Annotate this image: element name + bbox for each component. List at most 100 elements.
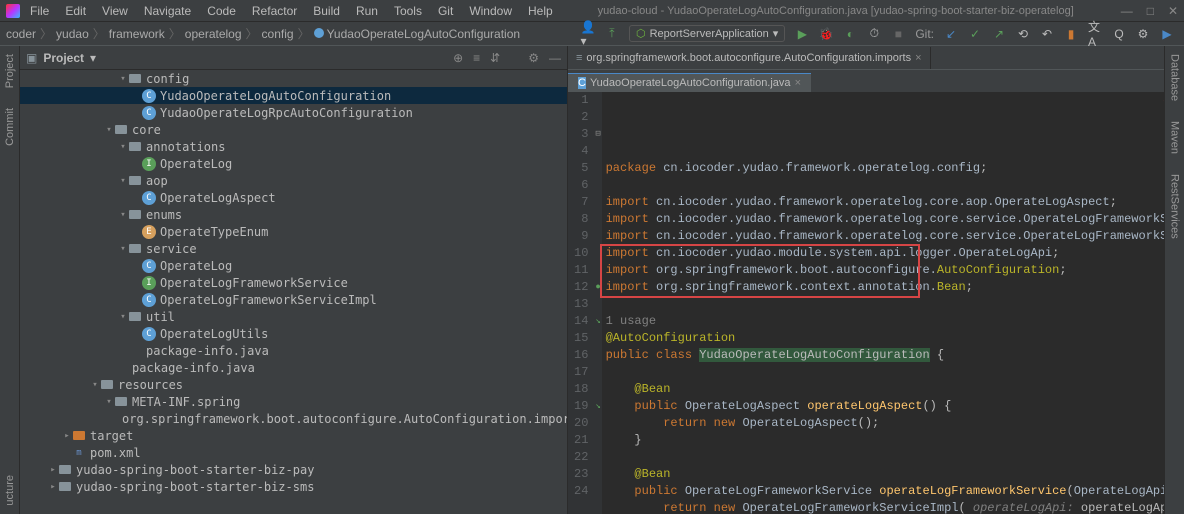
close-tab-icon[interactable]: × [795, 77, 801, 89]
tree-row[interactable]: ▾config [20, 70, 567, 87]
tree-row[interactable]: CYudaoOperateLogRpcAutoConfiguration [20, 104, 567, 121]
close-tab-icon[interactable]: × [915, 52, 921, 64]
search-icon[interactable]: Q [1112, 27, 1126, 41]
gutter-icon[interactable]: ↘ [595, 398, 600, 415]
translate-icon[interactable]: 文A [1088, 27, 1102, 41]
gear-icon[interactable]: ⚙ [528, 51, 539, 65]
editor-tab-imports[interactable]: ≡ org.springframework.boot.autoconfigure… [568, 47, 931, 69]
menu-refactor[interactable]: Refactor [246, 2, 303, 20]
breadcrumb-item[interactable]: coder [4, 27, 38, 41]
code-line[interactable]: } [606, 432, 1164, 449]
expand-arrow-icon[interactable]: ▾ [118, 176, 128, 186]
tree-row[interactable]: org.springframework.boot.autoconfigure.A… [20, 410, 567, 427]
menu-run[interactable]: Run [350, 2, 384, 20]
code-line[interactable]: @Bean [606, 381, 1164, 398]
code-line[interactable] [606, 296, 1164, 313]
menu-window[interactable]: Window [463, 2, 518, 20]
fold-icon[interactable]: ⊟ [595, 126, 600, 143]
expand-arrow-icon[interactable]: ▾ [118, 74, 128, 84]
code-line[interactable]: public class YudaoOperateLogAutoConfigur… [606, 347, 1164, 364]
expand-arrow-icon[interactable]: ▾ [118, 312, 128, 322]
menu-git[interactable]: Git [432, 2, 459, 20]
code-line[interactable]: 1 usage [606, 313, 1164, 330]
git-push-icon[interactable]: ↗ [992, 27, 1006, 41]
toolwindow-database[interactable]: Database [1169, 54, 1181, 101]
expand-arrow-icon[interactable]: ▸ [62, 431, 72, 441]
code-line[interactable]: import cn.iocoder.yudao.framework.operat… [606, 211, 1164, 228]
code-line[interactable]: @Bean [606, 466, 1164, 483]
maximize-icon[interactable]: □ [1147, 4, 1154, 18]
tree-row[interactable]: EOperateTypeEnum [20, 223, 567, 240]
gutter-icon[interactable]: ↘ [595, 313, 600, 330]
menu-code[interactable]: Code [201, 2, 242, 20]
code-line[interactable]: import org.springframework.context.annot… [606, 279, 1164, 296]
git-pull-icon[interactable]: ↙ [944, 27, 958, 41]
code-line[interactable]: public OperateLogFrameworkService operat… [606, 483, 1164, 500]
code-line[interactable]: import org.springframework.boot.autoconf… [606, 262, 1164, 279]
project-label[interactable]: Project [43, 51, 84, 65]
toolwindow-restservices[interactable]: RestServices [1169, 174, 1181, 239]
profile-icon[interactable]: ⏱ [867, 27, 881, 41]
profiler-icon[interactable]: ▮ [1064, 27, 1078, 41]
tree-row[interactable]: CYudaoOperateLogAutoConfiguration [20, 87, 567, 104]
code-line[interactable] [606, 449, 1164, 466]
code-line[interactable] [606, 364, 1164, 381]
hide-icon[interactable]: — [549, 51, 561, 65]
locate-icon[interactable]: ⊕ [453, 51, 463, 65]
code-body[interactable]: ⊘1 ▲1 ✔1 ˇ package cn.iocoder.yudao.fram… [602, 92, 1164, 514]
menu-build[interactable]: Build [307, 2, 346, 20]
code-line[interactable]: import cn.iocoder.yudao.framework.operat… [606, 194, 1164, 211]
run-config-select[interactable]: ⬡ ReportServerApplication ▾ [629, 25, 785, 42]
expand-icon[interactable]: ≡ [473, 51, 480, 65]
tree-row[interactable]: ▾annotations [20, 138, 567, 155]
tree-row[interactable]: ▾META-INF.spring [20, 393, 567, 410]
coverage-icon[interactable]: ◐ [843, 27, 857, 41]
breadcrumb-item[interactable]: framework [107, 27, 167, 41]
run-icon[interactable]: ▶ [795, 27, 809, 41]
expand-arrow-icon[interactable]: ▸ [48, 482, 58, 492]
expand-arrow-icon[interactable]: ▾ [90, 380, 100, 390]
tree-row[interactable]: COperateLogUtils [20, 325, 567, 342]
code-line[interactable]: package cn.iocoder.yudao.framework.opera… [606, 160, 1164, 177]
code-line[interactable]: return new OperateLogAspect(); [606, 415, 1164, 432]
menu-view[interactable]: View [96, 2, 134, 20]
stop-icon[interactable]: ■ [891, 27, 905, 41]
expand-arrow-icon[interactable]: ▾ [118, 210, 128, 220]
rollback-icon[interactable]: ↶ [1040, 27, 1054, 41]
tree-row[interactable]: ▸target [20, 427, 567, 444]
tree-row[interactable]: ▸yudao-spring-boot-starter-biz-sms [20, 478, 567, 495]
expand-arrow-icon[interactable]: ▾ [104, 125, 114, 135]
build-icon[interactable]: ⤒ [605, 27, 619, 41]
code-line[interactable] [606, 177, 1164, 194]
tree-row[interactable]: ▸yudao-spring-boot-starter-biz-pay [20, 461, 567, 478]
tree-row[interactable]: ▾resources [20, 376, 567, 393]
tree-row[interactable]: ▾enums [20, 206, 567, 223]
file-subtab-active[interactable]: C YudaoOperateLogAutoConfiguration.java … [568, 73, 811, 92]
code-line[interactable]: import cn.iocoder.yudao.module.system.ap… [606, 245, 1164, 262]
menu-edit[interactable]: Edit [59, 2, 92, 20]
menu-help[interactable]: Help [522, 2, 559, 20]
tree-row[interactable]: IOperateLog [20, 155, 567, 172]
tree-row[interactable]: package-info.java [20, 359, 567, 376]
tree-row[interactable]: COperateLog [20, 257, 567, 274]
tree-row[interactable]: package-info.java [20, 342, 567, 359]
tree-row[interactable]: COperateLogFrameworkServiceImpl [20, 291, 567, 308]
breadcrumb-item[interactable]: YudaoOperateLogAutoConfiguration [312, 27, 522, 41]
code-line[interactable]: import cn.iocoder.yudao.framework.operat… [606, 228, 1164, 245]
breadcrumb-item[interactable]: operatelog [183, 27, 244, 41]
play-icon[interactable]: ▶ [1160, 27, 1174, 41]
code-line[interactable]: public OperateLogAspect operateLogAspect… [606, 398, 1164, 415]
settings-icon[interactable]: ⚙ [1136, 27, 1150, 41]
chevron-down-icon[interactable]: ▾ [90, 51, 96, 65]
tree-row[interactable]: ▾util [20, 308, 567, 325]
tree-row[interactable]: ▾aop [20, 172, 567, 189]
project-tree[interactable]: ▾configCYudaoOperateLogAutoConfiguration… [20, 70, 567, 514]
tree-row[interactable]: ▾core [20, 121, 567, 138]
toolwindow-commit[interactable]: Commit [4, 108, 16, 146]
breadcrumb-item[interactable]: config [260, 27, 296, 41]
code-line[interactable]: @AutoConfiguration [606, 330, 1164, 347]
code-editor[interactable]: 123456789101112131415161718192021222324 … [568, 92, 1164, 514]
menu-tools[interactable]: Tools [388, 2, 428, 20]
user-icon[interactable]: 👤▾ [581, 27, 595, 41]
menu-navigate[interactable]: Navigate [138, 2, 197, 20]
